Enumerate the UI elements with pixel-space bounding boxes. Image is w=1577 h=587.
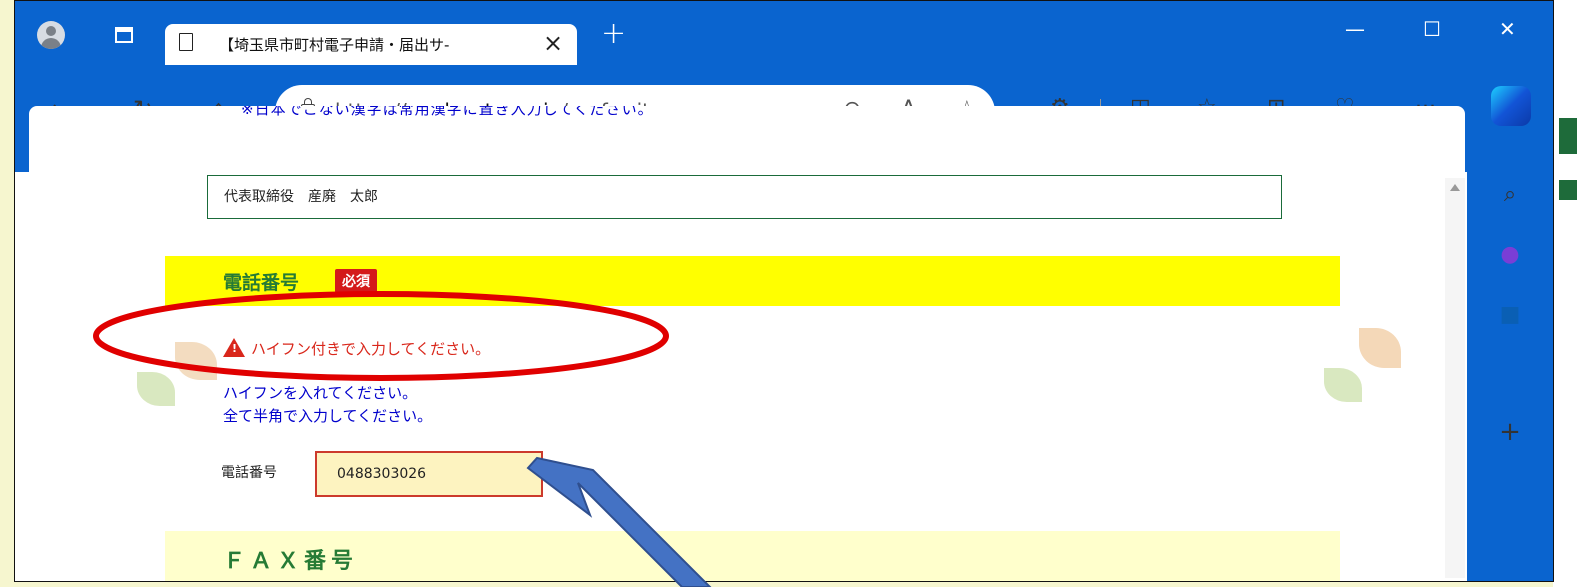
close-window-button[interactable]: ✕ [1499, 17, 1516, 41]
title-bar: 【埼玉県市町村電子申請・届出サ- × + — ☐ ✕ [15, 1, 1553, 65]
outlook-icon[interactable]: ■ [1467, 302, 1553, 327]
browser-window: 【埼玉県市町村電子申請・届出サ- × + — ☐ ✕ ← ↻ ⌂ https:/… [14, 0, 1554, 582]
search-icon[interactable]: ⌕ [1467, 182, 1553, 207]
tab-close-icon[interactable]: × [543, 29, 563, 57]
new-tab-icon[interactable]: + [601, 19, 626, 49]
vertical-scrollbar[interactable] [1445, 178, 1465, 578]
phone-section-title: 電話番号 [223, 272, 300, 294]
leaf-decoration-left [137, 372, 175, 406]
add-sidebar-icon[interactable]: + [1467, 417, 1553, 447]
leaf-decoration-left-2 [175, 342, 217, 380]
maximize-button[interactable]: ☐ [1423, 17, 1441, 41]
required-badge: 必須 [335, 269, 377, 293]
copilot-icon[interactable] [1491, 86, 1531, 126]
cutoff-note: ※日本でこない漢字は常用漢字に置き入力してください。 [241, 106, 654, 118]
page-content: ※日本でこない漢字は常用漢字に置き入力してください。 代表取締役 産廃 太郎 電… [29, 106, 1465, 581]
fax-section-header: ＦＡＸ番号 [165, 531, 1340, 581]
microsoft-365-icon[interactable]: ● [1467, 242, 1553, 267]
scroll-up-icon[interactable] [1450, 184, 1460, 191]
tab-title: 【埼玉県市町村電子申請・届出サ- [219, 36, 450, 54]
warning-icon [223, 338, 245, 357]
edge-sidebar: ⌕ ● ■ + [1467, 172, 1553, 581]
hint-hyphen: ハイフンを入れてください。 [223, 384, 418, 402]
minimize-button[interactable]: — [1345, 17, 1365, 41]
phone-number-input[interactable]: 0488303026 [315, 451, 543, 497]
outer-right-strip [1553, 0, 1577, 587]
profile-avatar-icon[interactable] [37, 21, 65, 49]
error-message: ハイフン付きで入力してください。 [223, 338, 490, 359]
tab-actions-icon[interactable] [112, 23, 136, 47]
page-icon [179, 33, 193, 51]
representative-name-input[interactable]: 代表取締役 産廃 太郎 [207, 175, 1282, 219]
hint-halfwidth: 全て半角で入力してください。 [223, 407, 433, 425]
browser-tab[interactable]: 【埼玉県市町村電子申請・届出サ- × [165, 24, 577, 65]
leaf-decoration-right [1324, 368, 1362, 402]
phone-section-header: 電話番号 必須 [165, 256, 1340, 306]
leaf-decoration-right-2 [1359, 328, 1401, 368]
phone-field-label: 電話番号 [221, 465, 277, 481]
fax-section-title: ＦＡＸ番号 [223, 549, 359, 574]
